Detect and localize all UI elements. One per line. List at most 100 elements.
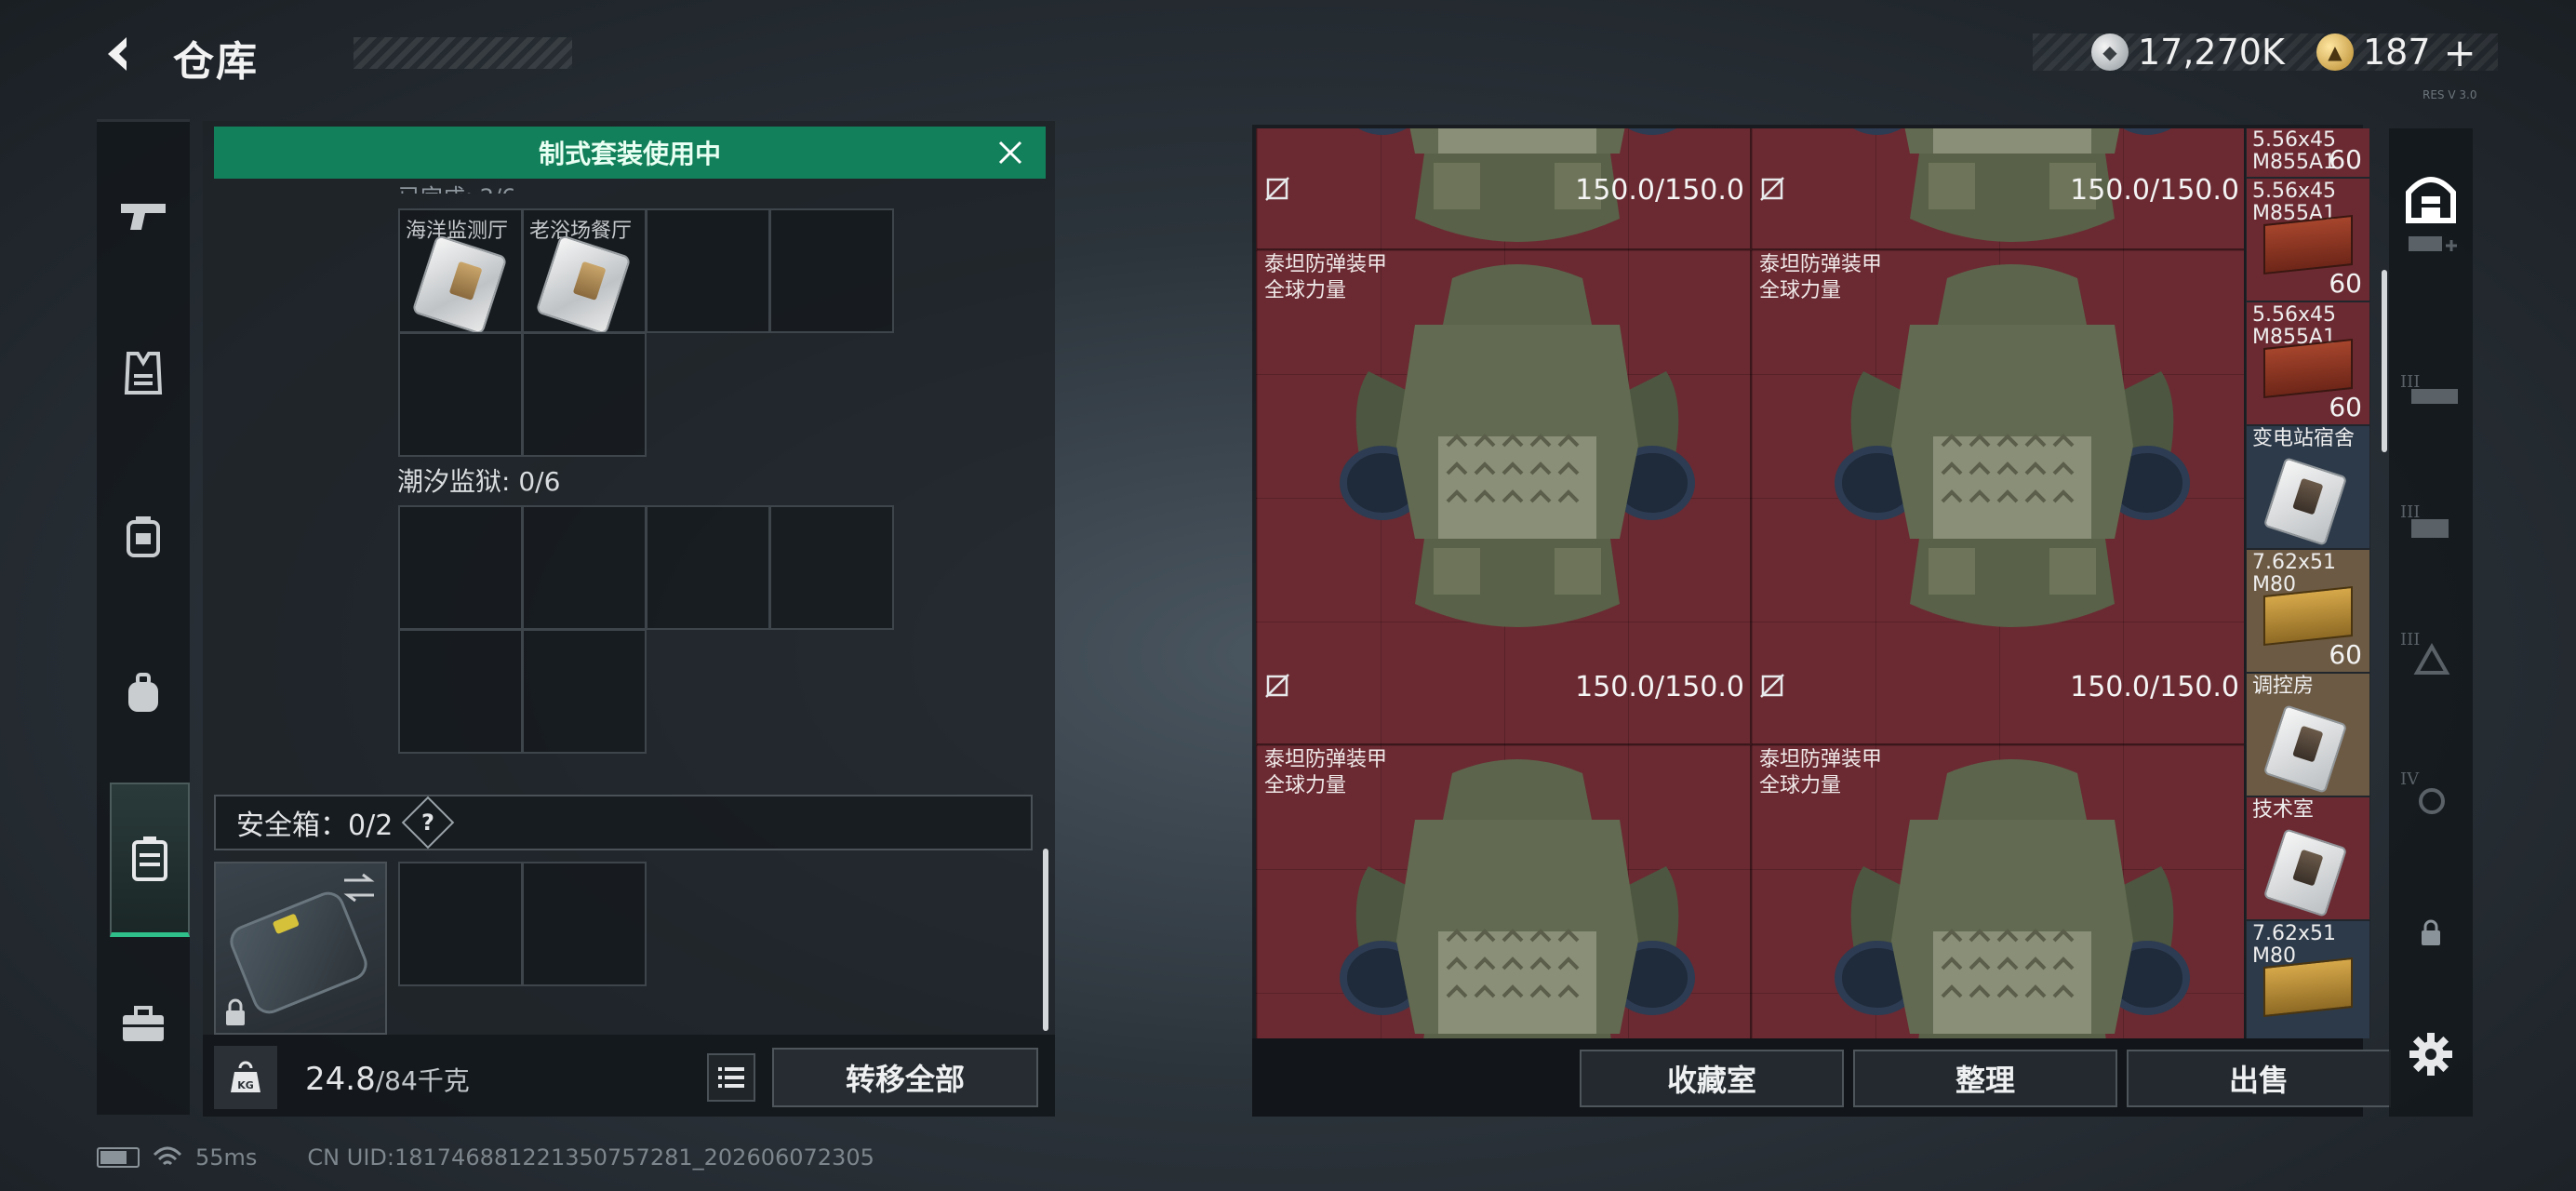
nav-backpack[interactable] bbox=[97, 462, 190, 610]
armor-item[interactable]: 150.0/150.0 bbox=[1751, 128, 2244, 249]
keycard-icon bbox=[535, 234, 632, 336]
silver-coin-icon: ◆ bbox=[2091, 33, 2129, 71]
stash-page-icon: IV bbox=[2400, 769, 2445, 814]
grid-slot[interactable] bbox=[522, 629, 647, 754]
uid-text: CN UID:18174688122135075728​1_2026060723… bbox=[307, 1144, 874, 1171]
keycard-item[interactable]: 调控房 bbox=[2246, 673, 2370, 796]
banner-text: 制式套装使用中 bbox=[538, 139, 721, 169]
weight-value: 24.8 bbox=[305, 1061, 376, 1098]
ammo-item[interactable]: 5.56x45 M855A1 60 bbox=[2246, 128, 2370, 178]
safe-box-slot[interactable] bbox=[522, 862, 647, 986]
close-icon bbox=[998, 141, 1022, 165]
ammo-box-icon bbox=[2263, 338, 2353, 399]
safe-box-item[interactable] bbox=[214, 862, 387, 1035]
stash-scrollbar[interactable] bbox=[2382, 270, 2387, 452]
ammo-box-icon bbox=[2263, 585, 2353, 647]
svg-text:KG: KG bbox=[237, 1079, 254, 1091]
grid-slot[interactable] bbox=[398, 629, 523, 754]
toolbox-icon bbox=[123, 1006, 164, 1041]
keycard-icon bbox=[411, 234, 508, 336]
grid-slot[interactable] bbox=[398, 505, 523, 630]
tab-stash-4[interactable]: IV bbox=[2389, 733, 2473, 854]
tab-stash-3c[interactable]: III bbox=[2389, 594, 2473, 715]
item-label: 老浴场餐厅 bbox=[529, 220, 633, 243]
ammo-item[interactable]: 5.56x45 M855A1 60 bbox=[2246, 178, 2370, 301]
list-view-button[interactable] bbox=[707, 1053, 755, 1102]
armor-item[interactable]: 泰坦防弹装甲 全球力量 bbox=[1256, 744, 1751, 1038]
grid-slot[interactable] bbox=[522, 505, 647, 630]
no-repair-icon bbox=[1264, 176, 1290, 202]
swap-icon[interactable] bbox=[340, 871, 378, 904]
tab-locked[interactable] bbox=[2389, 873, 2473, 994]
item-quantity: 60 bbox=[2329, 392, 2362, 422]
item-label: 变电站宿舍 bbox=[2252, 427, 2356, 450]
prison-section-label: 潮汐监狱: 0/6 bbox=[397, 466, 561, 497]
ammo-item[interactable]: 5.56x45 M855A1 60 bbox=[2246, 301, 2370, 425]
safe-box-header: 安全箱：0/2 ? bbox=[214, 795, 1033, 850]
ammo-item[interactable]: 7.62x51 M80 bbox=[2246, 920, 2370, 1038]
silver-amount: 17,270K bbox=[2138, 32, 2285, 73]
durability: 150.0/150.0 bbox=[1575, 671, 1744, 703]
grid-slot[interactable] bbox=[398, 332, 523, 457]
stash-page-icon: III bbox=[2400, 502, 2449, 538]
body-armor-icon bbox=[1808, 260, 2217, 650]
no-repair-icon bbox=[1264, 673, 1290, 699]
help-button[interactable]: ? bbox=[401, 796, 455, 850]
armor-item[interactable]: 泰坦防弹装甲 全球力量 bbox=[1751, 744, 2244, 1038]
safe-box-label: 安全箱：0/2 bbox=[236, 810, 394, 842]
tab-stash-add[interactable] bbox=[2389, 214, 2473, 279]
ammo-item[interactable]: 7.62x51 M80 60 bbox=[2246, 549, 2370, 673]
back-arrow-icon bbox=[108, 37, 127, 71]
keycard-icon bbox=[2262, 457, 2348, 546]
battery-icon bbox=[97, 1147, 140, 1168]
nav-armor[interactable] bbox=[97, 299, 190, 448]
vest-icon bbox=[124, 352, 163, 395]
armor-item[interactable]: 泰坦防弹装甲 全球力量 150.0/150.0 bbox=[1256, 249, 1751, 744]
inventory-scrollbar[interactable] bbox=[1043, 849, 1048, 1031]
grid-slot[interactable]: 海洋监测厅 bbox=[398, 208, 523, 336]
add-currency-button[interactable]: + bbox=[2444, 30, 2476, 75]
backpack-icon bbox=[128, 673, 158, 712]
sell-button[interactable]: 出售 bbox=[2127, 1050, 2391, 1107]
stash-side-column: 5.56x45 M855A1 60 5.56x45 M855A1 60 5.56… bbox=[2246, 128, 2370, 1038]
lock-icon bbox=[2422, 919, 2440, 945]
durability: 150.0/150.0 bbox=[2070, 174, 2239, 207]
safe-box-slot[interactable] bbox=[398, 862, 523, 986]
keycard-icon bbox=[2262, 704, 2348, 794]
settings-button[interactable] bbox=[2389, 994, 2473, 1115]
status-bar: 55ms CN UID:18174688122135075728​1_20260… bbox=[97, 1139, 874, 1176]
grid-slot[interactable] bbox=[769, 505, 894, 630]
armor-item[interactable]: 泰坦防弹装甲 全球力量 150.0/150.0 bbox=[1751, 249, 2244, 744]
weight-readout: 24.8/84千克 bbox=[305, 1061, 470, 1098]
close-banner-button[interactable] bbox=[992, 134, 1029, 171]
armor-item[interactable]: 150.0/150.0 bbox=[1256, 128, 1751, 249]
item-label: 海洋监测厅 bbox=[406, 220, 509, 243]
nav-weapons[interactable] bbox=[97, 141, 190, 289]
nav-toolbox[interactable] bbox=[97, 950, 190, 1099]
transfer-all-button[interactable]: 转移全部 bbox=[772, 1048, 1038, 1107]
svg-text:III: III bbox=[2400, 630, 2420, 649]
stash-page-icon: III bbox=[2400, 630, 2450, 675]
grid-slot[interactable] bbox=[522, 332, 647, 457]
grid-slot[interactable] bbox=[646, 505, 770, 630]
case-icon bbox=[132, 836, 167, 881]
tab-stash-3[interactable]: III bbox=[2389, 333, 2473, 454]
silver-currency: ◆ 17,270K bbox=[2091, 28, 2285, 76]
grid-slot[interactable] bbox=[769, 208, 894, 333]
back-button[interactable] bbox=[93, 26, 149, 82]
keycard-item[interactable]: 技术室 bbox=[2246, 796, 2370, 920]
stash-grid: 150.0/150.0 150.0/150.0 泰坦防弹装甲 全球力量 150.0… bbox=[1256, 128, 2244, 1038]
gold-currency: ▲ 187 + bbox=[2316, 28, 2476, 76]
nav-bag[interactable] bbox=[97, 620, 190, 769]
collection-room-button[interactable]: 收藏室 bbox=[1580, 1050, 1844, 1107]
grid-slot[interactable] bbox=[646, 208, 770, 333]
tab-stash-3b[interactable]: III bbox=[2389, 463, 2473, 584]
sort-button[interactable]: 整理 bbox=[1853, 1050, 2117, 1107]
stash-page-icon: III bbox=[2400, 372, 2458, 404]
ammo-box-icon bbox=[2263, 957, 2353, 1018]
keycard-item[interactable]: 变电站宿舍 bbox=[2246, 425, 2370, 549]
no-repair-icon bbox=[1759, 673, 1785, 699]
nav-safe-box[interactable] bbox=[110, 783, 190, 937]
gold-coin-icon: ▲ bbox=[2316, 33, 2354, 71]
grid-slot[interactable]: 老浴场餐厅 bbox=[522, 208, 647, 336]
